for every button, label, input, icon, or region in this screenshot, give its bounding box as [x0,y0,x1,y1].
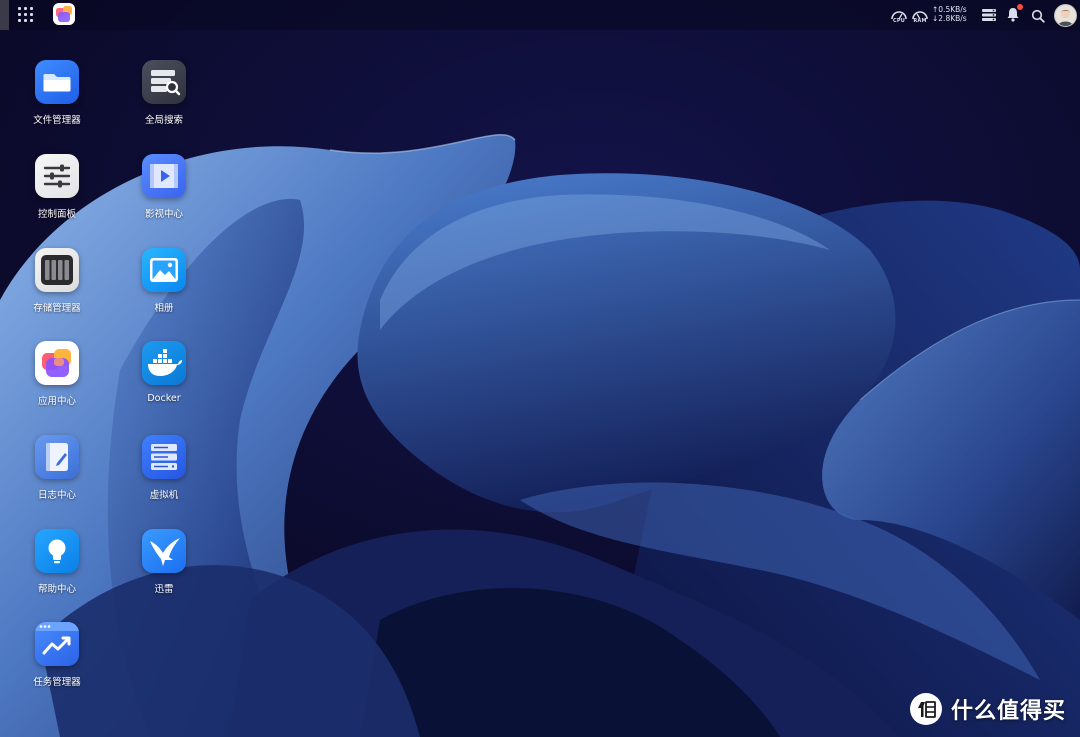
desktop-icon-photos[interactable]: 相册 [114,248,214,332]
desktop-icon-control-panel[interactable]: 控制面板 [7,154,107,238]
cpu-gauge[interactable]: CPU [890,5,908,27]
desktop-icon-label: Docker [147,393,181,404]
desktop-icon-label: 全局搜索 [144,115,183,126]
grid-dots-icon[interactable] [18,7,34,23]
photo-icon [142,248,186,292]
desktop-icon-label: 相册 [154,303,174,314]
download-speed: ↓2.8KB/s [932,14,967,23]
desktop-icon-thunder[interactable]: 迅雷 [114,529,214,613]
desktop-icon-help-center[interactable]: 帮助中心 [7,529,107,613]
desktop-icon-media-center[interactable]: 影视中心 [114,154,214,238]
desktop-icon-label: 存储管理器 [33,303,81,314]
left-edge-handle [0,0,9,30]
user-avatar-icon [1058,9,1073,26]
cpu-label: CPU [893,18,905,24]
docker-whale-icon [142,341,186,385]
desktop-icon-label: 任务管理器 [33,677,81,688]
ram-label: RAM [913,18,927,24]
desktop-icon-label: 帮助中心 [37,584,76,595]
desktop-icon-storage-manager[interactable]: 存储管理器 [7,248,107,332]
desktop-icon-global-search[interactable]: 全局搜索 [114,60,214,144]
lightbulb-icon [35,529,79,573]
desktop-icon-label: 控制面板 [37,209,76,220]
search-icon[interactable] [1031,8,1045,27]
log-book-icon [35,435,79,479]
desktop-icon-file-manager[interactable]: 文件管理器 [7,60,107,144]
app-center-icon [35,341,79,385]
desktop-icon-label: 日志中心 [37,490,76,501]
sliders-icon [35,154,79,198]
task-list-icon[interactable] [981,7,997,26]
thunder-bird-icon [142,529,186,573]
folder-icon [35,60,79,104]
desktop-icon-task-manager[interactable]: 任务管理器 [7,622,107,706]
server-rack-icon [142,435,186,479]
search-drawer-icon [142,60,186,104]
notification-badge [1017,4,1023,10]
desktop-icon-label: 迅雷 [154,584,174,595]
desktop-icon-docker[interactable]: Docker [114,341,214,425]
desktop-icon-label: 虚拟机 [149,490,179,501]
desktop-icon-label: 文件管理器 [33,115,81,126]
watermark-text: 什么值得买 [951,699,1067,724]
smzdm-watermark: 什么值得买 [910,692,1066,726]
bell-icon[interactable] [1006,7,1020,26]
desktop-icon-log-center[interactable]: 日志中心 [7,435,107,519]
desktop-icon-label: 应用中心 [37,396,76,407]
upload-speed: ↑0.5KB/s [932,5,967,14]
app-center-icon [56,6,72,22]
network-speed[interactable]: ↑0.5KB/s ↓2.8KB/s [932,5,974,23]
user-avatar[interactable] [1054,4,1077,27]
app-center-launcher-button[interactable] [53,3,75,25]
desktop-icon-app-center[interactable]: 应用中心 [7,341,107,425]
trend-chart-icon [35,622,79,666]
desktop-icon-label: 影视中心 [144,209,183,220]
desktop-icon-virtual-machine[interactable]: 虚拟机 [114,435,214,519]
watermark-badge-icon [910,693,942,725]
ram-gauge[interactable]: RAM [911,5,929,27]
disk-bays-icon [35,248,79,292]
video-play-icon [142,154,186,198]
